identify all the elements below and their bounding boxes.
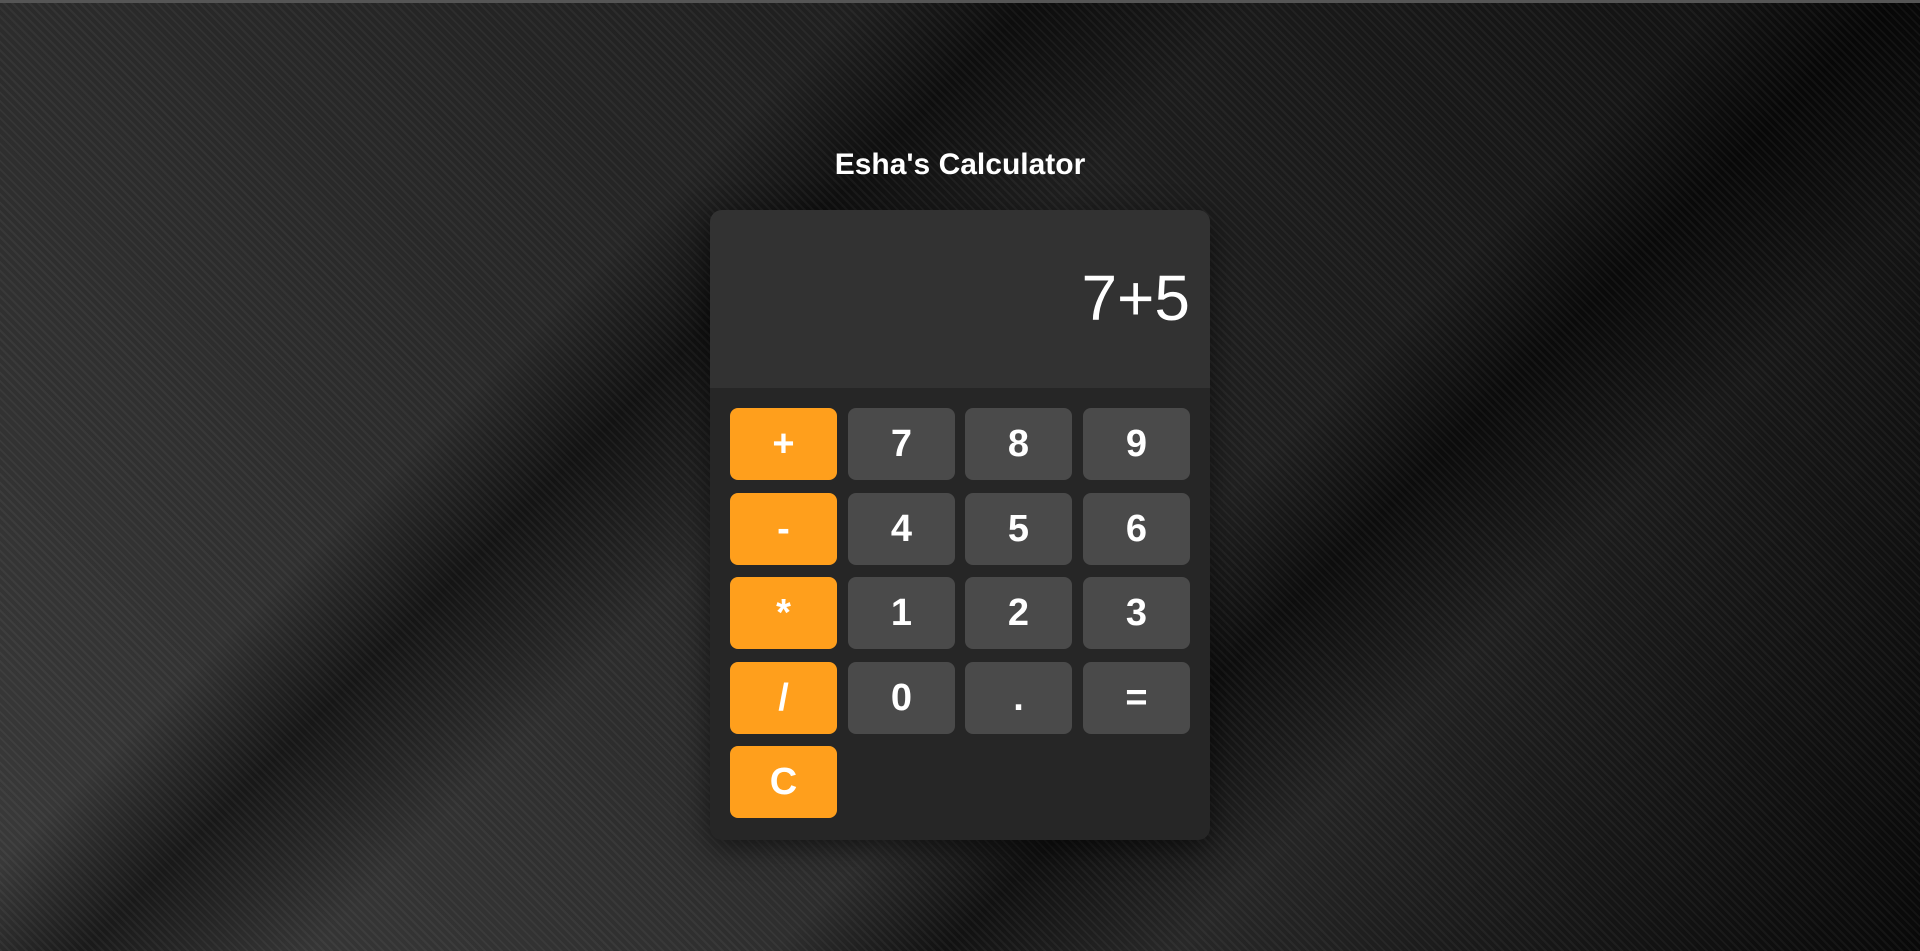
digit-7-button[interactable]: 7 <box>848 408 955 480</box>
page-title: Esha's Calculator <box>834 148 1086 181</box>
calculator: 7+5 + 7 8 9 - 4 5 6 * 1 2 3 / 0 . = C <box>710 210 1210 840</box>
digit-8-button[interactable]: 8 <box>965 408 1072 480</box>
divide-button[interactable]: / <box>730 662 837 734</box>
equals-button[interactable]: = <box>1083 662 1190 734</box>
digit-4-button[interactable]: 4 <box>848 493 955 565</box>
browser-top-border <box>0 0 1920 3</box>
digit-6-button[interactable]: 6 <box>1083 493 1190 565</box>
clear-button[interactable]: C <box>730 746 837 818</box>
digit-3-button[interactable]: 3 <box>1083 577 1190 649</box>
plus-button[interactable]: + <box>730 408 837 480</box>
digit-2-button[interactable]: 2 <box>965 577 1072 649</box>
calculator-display: 7+5 <box>710 210 1210 388</box>
decimal-button[interactable]: . <box>965 662 1072 734</box>
keypad: + 7 8 9 - 4 5 6 * 1 2 3 / 0 . = C <box>710 388 1210 818</box>
multiply-button[interactable]: * <box>730 577 837 649</box>
digit-5-button[interactable]: 5 <box>965 493 1072 565</box>
digit-0-button[interactable]: 0 <box>848 662 955 734</box>
digit-9-button[interactable]: 9 <box>1083 408 1190 480</box>
digit-1-button[interactable]: 1 <box>848 577 955 649</box>
minus-button[interactable]: - <box>730 493 837 565</box>
